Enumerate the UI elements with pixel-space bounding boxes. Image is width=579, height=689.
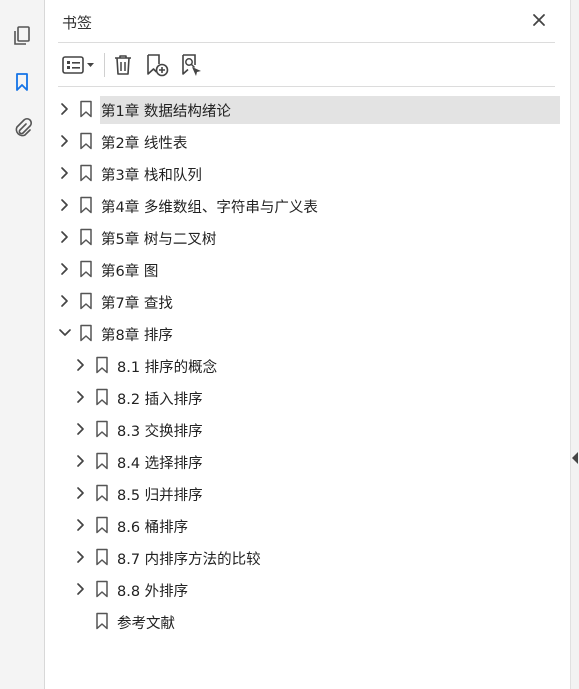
bookmark-item[interactable]: 第8章 排序 [45, 318, 570, 348]
bookmark-label: 8.5 归并排序 [117, 488, 203, 504]
pages-icon [14, 26, 30, 45]
chevron-right-icon[interactable] [73, 357, 89, 373]
bookmark-item[interactable]: 8.1 排序的概念 [45, 350, 570, 380]
chevron-right-icon[interactable] [73, 581, 89, 597]
list-options-icon [62, 56, 94, 74]
bookmark-item[interactable]: 8.3 交换排序 [45, 414, 570, 444]
bookmark-icon [80, 260, 92, 278]
bookmark-label: 第5章 树与二叉树 [101, 232, 217, 248]
chevron-right-icon[interactable] [73, 389, 89, 405]
bookmark-icon [80, 132, 92, 150]
bookmarks-panel-button[interactable] [8, 68, 36, 96]
bookmark-item[interactable]: 第2章 线性表 [45, 126, 570, 156]
new-bookmark-button[interactable] [143, 50, 171, 80]
chevron-right-icon[interactable] [73, 485, 89, 501]
chevron-right-icon[interactable] [73, 421, 89, 437]
bookmark-icon [80, 164, 92, 182]
bookmark-item[interactable]: 8.2 插入排序 [45, 382, 570, 412]
left-rail [0, 0, 45, 689]
paperclip-icon [15, 117, 33, 137]
bookmark-icon [96, 484, 108, 502]
bookmark-icon [96, 452, 108, 470]
bookmark-icon [96, 580, 108, 598]
bookmark-label: 第2章 线性表 [101, 136, 188, 152]
bookmark-label: 8.6 桶排序 [117, 520, 189, 536]
toolbar-separator [104, 53, 105, 77]
find-bookmark-button[interactable] [178, 50, 206, 80]
bookmark-icon [80, 324, 92, 342]
bookmark-label: 8.1 排序的概念 [117, 360, 218, 376]
bookmark-icon [80, 292, 92, 310]
bookmark-item[interactable]: 8.8 外排序 [45, 574, 570, 604]
bookmark-icon [16, 73, 28, 91]
bookmark-icon [96, 420, 108, 438]
chevron-right-icon[interactable] [57, 229, 73, 245]
bookmark-label: 8.3 交换排序 [117, 424, 203, 440]
bookmark-item[interactable]: 8.4 选择排序 [45, 446, 570, 476]
options-menu-button[interactable] [60, 50, 98, 80]
collapse-arrow-icon[interactable] [572, 452, 578, 464]
bookmark-label: 第4章 多维数组、字符串与广义表 [101, 200, 318, 216]
attachments-panel-button[interactable] [8, 114, 36, 142]
bookmark-icon [80, 228, 92, 246]
bookmark-icon [80, 196, 92, 214]
bookmark-label: 第3章 栈和队列 [101, 168, 202, 184]
pages-panel-button[interactable] [8, 22, 36, 50]
bookmark-label: 8.7 内排序方法的比较 [117, 552, 261, 568]
panel-splitter[interactable] [570, 0, 579, 689]
bookmark-icon [96, 388, 108, 406]
bookmark-label: 8.2 插入排序 [117, 392, 203, 408]
bookmarks-panel: 书签 第1章 数据结构绪论 第2章 线性表 第3章 栈和队列 第4章 多维数组、… [45, 0, 570, 689]
chevron-right-icon[interactable] [73, 517, 89, 533]
bookmark-label: 8.4 选择排序 [117, 456, 203, 472]
divider [58, 86, 555, 87]
bookmark-label: 第1章 数据结构绪论 [101, 104, 231, 120]
bookmark-item[interactable]: 第6章 图 [45, 254, 570, 284]
panel-title: 书签 [62, 14, 93, 32]
bookmark-label: 第7章 查找 [101, 296, 173, 312]
chevron-right-icon[interactable] [57, 101, 73, 117]
chevron-right-icon[interactable] [57, 133, 73, 149]
divider [58, 42, 555, 43]
chevron-right-icon[interactable] [57, 261, 73, 277]
chevron-right-icon[interactable] [73, 549, 89, 565]
trash-icon [115, 55, 131, 75]
bookmark-item[interactable]: 参考文献 [45, 606, 570, 636]
chevron-right-icon[interactable] [57, 293, 73, 309]
bookmark-label: 第6章 图 [101, 264, 159, 280]
bookmark-icon [96, 548, 108, 566]
bookmarks-toolbar [58, 48, 555, 82]
bookmark-icon [96, 612, 108, 630]
bookmark-label: 参考文献 [117, 616, 175, 632]
chevron-right-icon[interactable] [57, 165, 73, 181]
bookmark-icon [96, 356, 108, 374]
chevron-right-icon[interactable] [57, 197, 73, 213]
delete-bookmark-button[interactable] [110, 50, 136, 80]
bookmark-label: 8.8 外排序 [117, 584, 189, 600]
bookmark-item[interactable]: 8.5 归并排序 [45, 478, 570, 508]
bookmark-item[interactable]: 8.6 桶排序 [45, 510, 570, 540]
bookmark-icon [96, 516, 108, 534]
chevron-down-icon[interactable] [57, 325, 73, 341]
close-icon [533, 14, 545, 26]
close-panel-button[interactable] [529, 10, 549, 30]
bookmark-item[interactable]: 第5章 树与二叉树 [45, 222, 570, 252]
bookmark-search-icon [182, 54, 201, 76]
bookmark-item[interactable]: 第1章 数据结构绪论 [45, 94, 570, 124]
bookmark-label: 第8章 排序 [101, 328, 173, 344]
bookmark-item[interactable]: 第3章 栈和队列 [45, 158, 570, 188]
bookmark-item[interactable]: 第4章 多维数组、字符串与广义表 [45, 190, 570, 220]
chevron-right-icon[interactable] [73, 453, 89, 469]
bookmark-add-icon [147, 54, 169, 77]
bookmark-item[interactable]: 第7章 查找 [45, 286, 570, 316]
bookmark-item[interactable]: 8.7 内排序方法的比较 [45, 542, 570, 572]
bookmark-icon [80, 100, 92, 118]
